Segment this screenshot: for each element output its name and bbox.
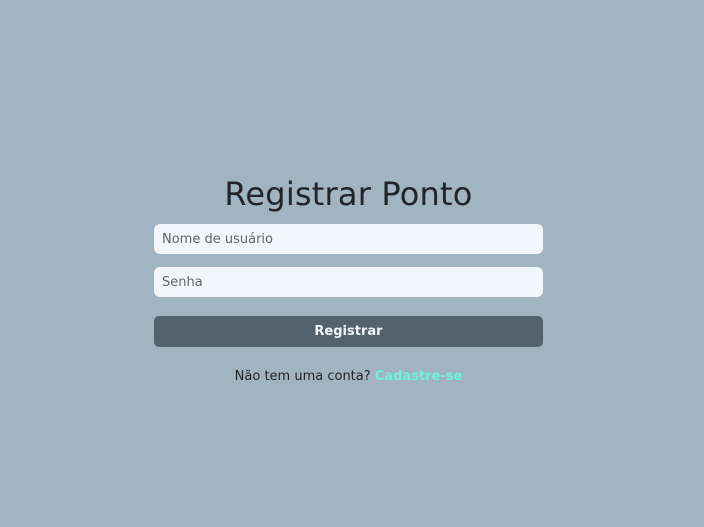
username-input[interactable] bbox=[154, 224, 543, 254]
password-input[interactable] bbox=[154, 267, 543, 297]
register-button[interactable]: Registrar bbox=[154, 316, 543, 347]
signup-line: Não tem uma conta? Cadastre-se bbox=[154, 369, 543, 385]
page-title: Registrar Ponto bbox=[224, 175, 473, 213]
signup-prompt: Não tem uma conta? bbox=[234, 369, 371, 384]
login-form: Registrar Ponto Registrar Não tem uma co… bbox=[154, 170, 543, 385]
signup-link[interactable]: Cadastre-se bbox=[375, 369, 463, 384]
page: Registrar Ponto Registrar Não tem uma co… bbox=[0, 0, 704, 527]
